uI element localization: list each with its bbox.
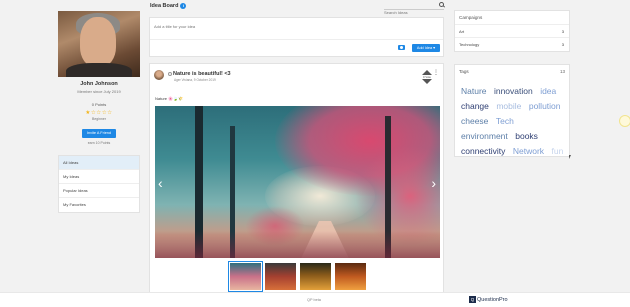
- author-avatar[interactable]: [154, 70, 164, 80]
- tags-panel: Tags 13 Nature innovation idea change mo…: [454, 64, 570, 157]
- nav-item-all-ideas[interactable]: All Ideas: [59, 156, 139, 170]
- post-title-text: Nature is beautiful! <3: [173, 71, 231, 77]
- downvote-arrow-icon[interactable]: [422, 79, 432, 84]
- idea-post: Nature is beautiful! <3 Ager Viviana, 9 …: [149, 63, 444, 295]
- thumbnail-4[interactable]: [335, 263, 366, 290]
- vote-widget: 0 Vote: [421, 70, 433, 84]
- profile-name: John Johnson: [80, 81, 118, 87]
- profile-photo-face: [80, 17, 116, 67]
- brand-name: QuestionPro: [477, 297, 508, 303]
- idea-board: Idea Boardi Add Idea ▾ Nature is beautif…: [149, 0, 444, 295]
- search-icon[interactable]: [439, 2, 444, 7]
- feedback-widget-icon[interactable]: [619, 115, 630, 127]
- thumbnail-3[interactable]: [300, 263, 331, 290]
- campaign-item[interactable]: Art 3: [455, 25, 569, 38]
- tag-link[interactable]: change: [461, 100, 489, 113]
- add-idea-button[interactable]: Add Idea ▾: [412, 44, 440, 52]
- post-author-date: Ager Viviana, 9 October 2019: [174, 78, 216, 82]
- page-footer: QP beta Q QuestionPro: [0, 292, 630, 307]
- campaign-label: Art: [459, 29, 465, 34]
- tag-link[interactable]: Tech: [496, 115, 514, 128]
- previous-image-icon[interactable]: ‹: [158, 176, 163, 190]
- nav-item-popular-ideas[interactable]: Popular Ideas: [59, 184, 139, 198]
- composer-divider: [150, 39, 443, 40]
- tags-header: Tags 13: [455, 65, 569, 79]
- star-rating-icon: ★☆☆☆☆: [85, 110, 113, 116]
- campaigns-title: Campaigns: [455, 11, 569, 25]
- profile-photo-shirt: [66, 63, 132, 77]
- brand-logo[interactable]: Q QuestionPro: [469, 295, 508, 305]
- tag-link[interactable]: pollution: [529, 100, 561, 113]
- tag-link[interactable]: Nature: [461, 85, 487, 98]
- image-fallen-leaves: [155, 231, 440, 258]
- thumbnail-2[interactable]: [265, 263, 296, 290]
- campaigns-panel: Campaigns Art 3 Technology 3: [454, 10, 570, 52]
- mouse-cursor-icon: [569, 155, 571, 159]
- profile-level: Beginner: [91, 117, 106, 121]
- tags-count: 13: [559, 69, 565, 74]
- lightbulb-icon: [168, 71, 172, 76]
- tag-link[interactable]: innovation: [494, 85, 533, 98]
- tag-link[interactable]: environment: [461, 130, 508, 143]
- search-input[interactable]: [384, 10, 436, 15]
- page-title: Idea Board i: [150, 3, 187, 9]
- profile-points: 0 Points: [91, 102, 107, 107]
- ideas-filter-nav: All Ideas My Ideas Popular Ideas My Favo…: [58, 155, 140, 213]
- idea-title-input[interactable]: [154, 24, 354, 29]
- tag-link[interactable]: mobile: [496, 100, 521, 113]
- page-title-text: Idea Board: [150, 3, 179, 9]
- tag-link[interactable]: Network: [513, 145, 544, 158]
- profile-member-since: Member since July 2019: [77, 89, 121, 94]
- campaign-label: Technology: [459, 42, 480, 47]
- profile-photo[interactable]: [58, 11, 140, 77]
- search-box: [384, 1, 444, 15]
- tags-title: Tags: [459, 69, 469, 74]
- new-idea-composer: Add Idea ▾: [149, 17, 444, 57]
- thumbnail-1[interactable]: [228, 261, 263, 292]
- campaign-item[interactable]: Technology 3: [455, 38, 569, 51]
- post-title[interactable]: Nature is beautiful! <3: [168, 71, 231, 77]
- invite-friend-button[interactable]: Invite A Friend: [82, 129, 116, 138]
- next-image-icon[interactable]: ›: [431, 176, 436, 190]
- tag-link[interactable]: books: [515, 130, 538, 143]
- camera-icon[interactable]: [398, 45, 405, 50]
- earn-points-text: earn 10 Points: [87, 141, 111, 145]
- tag-cloud: Nature innovation idea change mobile pol…: [461, 83, 567, 158]
- profile-card: John Johnson Member since July 2019 0 Po…: [58, 11, 140, 145]
- tag-link[interactable]: idea: [540, 85, 556, 98]
- nav-item-my-ideas[interactable]: My Ideas: [59, 170, 139, 184]
- post-body-text: Nature 🌸🍃🌾: [155, 96, 184, 101]
- tag-link[interactable]: connectivity: [461, 145, 505, 158]
- info-icon[interactable]: i: [180, 3, 187, 9]
- more-options-icon[interactable]: ⋮: [433, 70, 439, 76]
- footer-text: QP beta: [307, 298, 321, 302]
- nav-item-my-favorites[interactable]: My Favorites: [59, 198, 139, 212]
- campaign-count: 3: [561, 29, 564, 34]
- campaign-count: 3: [561, 42, 564, 47]
- tag-link[interactable]: cheese: [461, 115, 488, 128]
- tag-link[interactable]: fun: [552, 145, 564, 158]
- board-header: Idea Board i: [149, 0, 444, 15]
- questionpro-logo-icon: Q: [469, 296, 476, 304]
- post-image[interactable]: ‹ ›: [155, 106, 440, 258]
